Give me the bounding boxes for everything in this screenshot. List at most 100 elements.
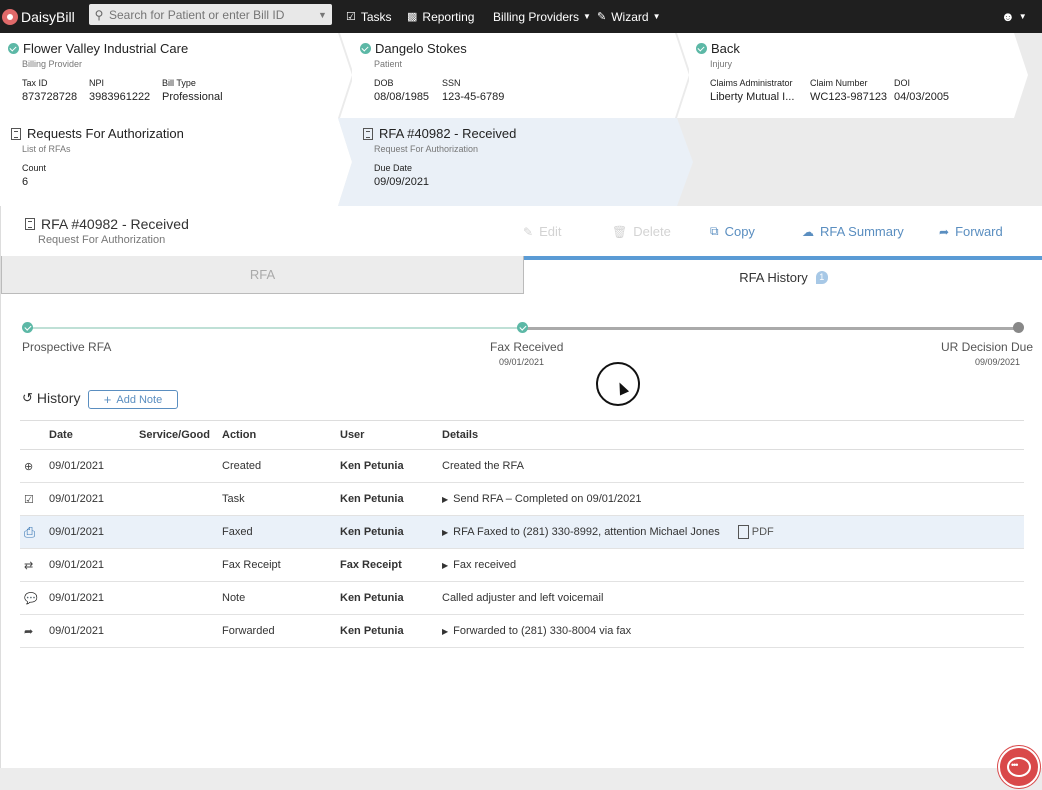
daisybill-logo[interactable]: DaisyBill (0, 0, 86, 33)
tab-history-label: RFA History (739, 269, 808, 285)
nav-wizard-label: Wizard (611, 9, 649, 24)
search-box[interactable]: ⚲ ▼ (89, 4, 332, 25)
search-input[interactable] (109, 7, 318, 22)
row-details-toggle[interactable]: ▶ Send RFA – Completed on 09/01/2021 (442, 483, 642, 515)
row-details: Send RFA – Completed on 09/01/2021 (453, 493, 642, 505)
page-title: RFA #40982 - Received (25, 216, 189, 232)
document-icon (11, 127, 21, 140)
table-row[interactable]: 💬 09/01/2021 Note Ken Petunia Called adj… (20, 582, 1024, 615)
injury-card[interactable]: Back Injury Claims Administrator Liberty … (696, 33, 1016, 103)
row-action: Task (222, 493, 245, 505)
column-header[interactable]: Date (49, 421, 73, 449)
forward-label: Forward (955, 224, 1003, 239)
pdf-attachment-link[interactable]: PDF (737, 525, 774, 539)
bar-chart-icon: ▩ (407, 11, 418, 23)
row-date: 09/01/2021 (49, 625, 105, 637)
user-menu[interactable]: ☻ ▼ (1001, 0, 1027, 33)
row-details-toggle[interactable]: ▶ Fax received (442, 549, 516, 581)
table-row[interactable]: ⊕ 09/01/2021 Created Ken Petunia Created… (20, 450, 1024, 483)
column-header[interactable]: Action (222, 421, 256, 449)
forward-button[interactable]: ➦ Forward (939, 224, 1003, 239)
rfa-list-title: Requests For Authorization (27, 126, 184, 141)
cloud-download-icon: ☁ (802, 224, 814, 239)
comment-icon: 💬 (24, 592, 38, 605)
rfa-count-value: 6 (22, 176, 29, 188)
row-details-toggle[interactable]: ▶ RFA Faxed to (281) 330-8992, attention… (442, 516, 774, 548)
nav-reporting[interactable]: ▩ Reporting (407, 0, 474, 33)
table-row[interactable]: ☑ 09/01/2021 Task Ken Petunia ▶ Send RFA… (20, 483, 1024, 516)
edit-label: Edit (539, 224, 562, 239)
ssn-value: 123-45-6789 (442, 91, 505, 103)
field-label: SSN (442, 78, 461, 88)
context-cards: Flower Valley Industrial Care Billing Pr… (0, 33, 1042, 206)
caret-right-icon: ▶ (442, 527, 449, 537)
tax-id-value: 873728728 (22, 91, 78, 103)
caret-right-icon: ▶ (442, 626, 449, 636)
nav-billing-providers[interactable]: Billing Providers ▼ (493, 0, 591, 33)
checklist-icon: ☑ (346, 11, 356, 23)
timeline-step-label: UR Decision Due (941, 340, 1034, 354)
rfa-detail-panel: RFA #40982 - Received Request For Author… (0, 206, 1042, 768)
share-icon: ➦ (24, 625, 34, 638)
page-subtitle: Request For Authorization (38, 234, 166, 246)
column-header[interactable]: Details (442, 421, 478, 449)
pdf-label: PDF (751, 526, 774, 538)
exchange-icon: ⇄ (24, 559, 34, 572)
field-label: Tax ID (22, 78, 48, 88)
wand-icon: ✎ (597, 11, 607, 23)
table-row[interactable]: ➦ 09/01/2021 Forwarded Ken Petunia ▶ For… (20, 615, 1024, 648)
nav-wizard[interactable]: ✎ Wizard ▼ (597, 0, 660, 33)
nav-reporting-label: Reporting (422, 9, 475, 24)
column-header[interactable]: Service/Good (139, 421, 210, 449)
tab-rfa[interactable]: RFA (1, 256, 524, 294)
field-label: Bill Type (162, 78, 196, 88)
field-label: NPI (89, 78, 105, 88)
row-details: Called adjuster and left voicemail (442, 592, 604, 604)
billing-provider-card[interactable]: Flower Valley Industrial Care Billing Pr… (8, 33, 338, 103)
patient-name: Dangelo Stokes (375, 41, 467, 56)
check-circle-icon (696, 43, 707, 54)
delete-label: Delete (633, 224, 671, 239)
timeline-step-done-icon (22, 322, 33, 333)
chevron-down-icon: ▼ (1018, 12, 1027, 21)
delete-button[interactable]: 🗑 Delete (612, 224, 671, 239)
search-dropdown-icon[interactable]: ▼ (318, 10, 332, 20)
row-user: Ken Petunia (340, 526, 404, 538)
tab-rfa-history[interactable]: RFA History 1 (524, 256, 1042, 294)
provider-subtitle: Billing Provider (22, 59, 83, 69)
rfa-list-card[interactable]: Requests For Authorization List of RFAs … (11, 118, 331, 188)
timeline-pending-line (523, 327, 1019, 330)
timeline-step-label: Prospective RFA (22, 340, 112, 354)
row-details-toggle[interactable]: ▶ Forwarded to (281) 330-8004 via fax (442, 615, 631, 647)
column-header[interactable]: User (340, 421, 364, 449)
add-note-button[interactable]: + Add Note (88, 390, 178, 409)
check-circle-icon (8, 43, 19, 54)
timeline-step-pending-icon (1013, 322, 1024, 333)
current-rfa-card[interactable]: RFA #40982 - Received Request For Author… (363, 118, 683, 188)
edit-button[interactable]: ✎ Edit (523, 224, 561, 239)
dob-value: 08/08/1985 (374, 91, 430, 103)
copy-button[interactable]: ⧉ Copy (710, 224, 755, 239)
plus-icon: + (103, 392, 112, 407)
rfa-summary-button[interactable]: ☁ RFA Summary (802, 224, 904, 239)
row-date: 09/01/2021 (49, 526, 105, 538)
timeline-progress-line (28, 327, 523, 329)
trash-icon: 🗑 (612, 224, 628, 239)
row-details: Created the RFA (442, 460, 524, 472)
top-navbar: DaisyBill ⚲ ▼ ☑ Tasks ▩ Reporting Billin… (0, 0, 1042, 33)
nav-tasks[interactable]: ☑ Tasks (346, 0, 392, 33)
chat-support-button[interactable] (998, 746, 1040, 788)
history-table: Date Service/Good Action User Details ⊕ … (20, 420, 1024, 648)
field-label: Due Date (374, 163, 413, 173)
daisy-logo-icon (2, 8, 18, 25)
add-note-label: Add Note (116, 393, 163, 406)
history-icon: ↺ (22, 390, 33, 405)
current-rfa-title: RFA #40982 - Received (379, 126, 517, 141)
table-row[interactable]: ⎙ 09/01/2021 Faxed Ken Petunia ▶ RFA Fax… (20, 516, 1024, 549)
history-title: History (36, 390, 81, 406)
claims-admin-value: Liberty Mutual I... (710, 91, 795, 103)
patient-card[interactable]: Dangelo Stokes Patient DOB 08/08/1985 SSN… (360, 33, 680, 103)
table-row[interactable]: ⇄ 09/01/2021 Fax Receipt Fax Receipt ▶ F… (20, 549, 1024, 582)
row-user: Ken Petunia (340, 592, 404, 604)
chat-bubble-icon (1007, 757, 1031, 777)
